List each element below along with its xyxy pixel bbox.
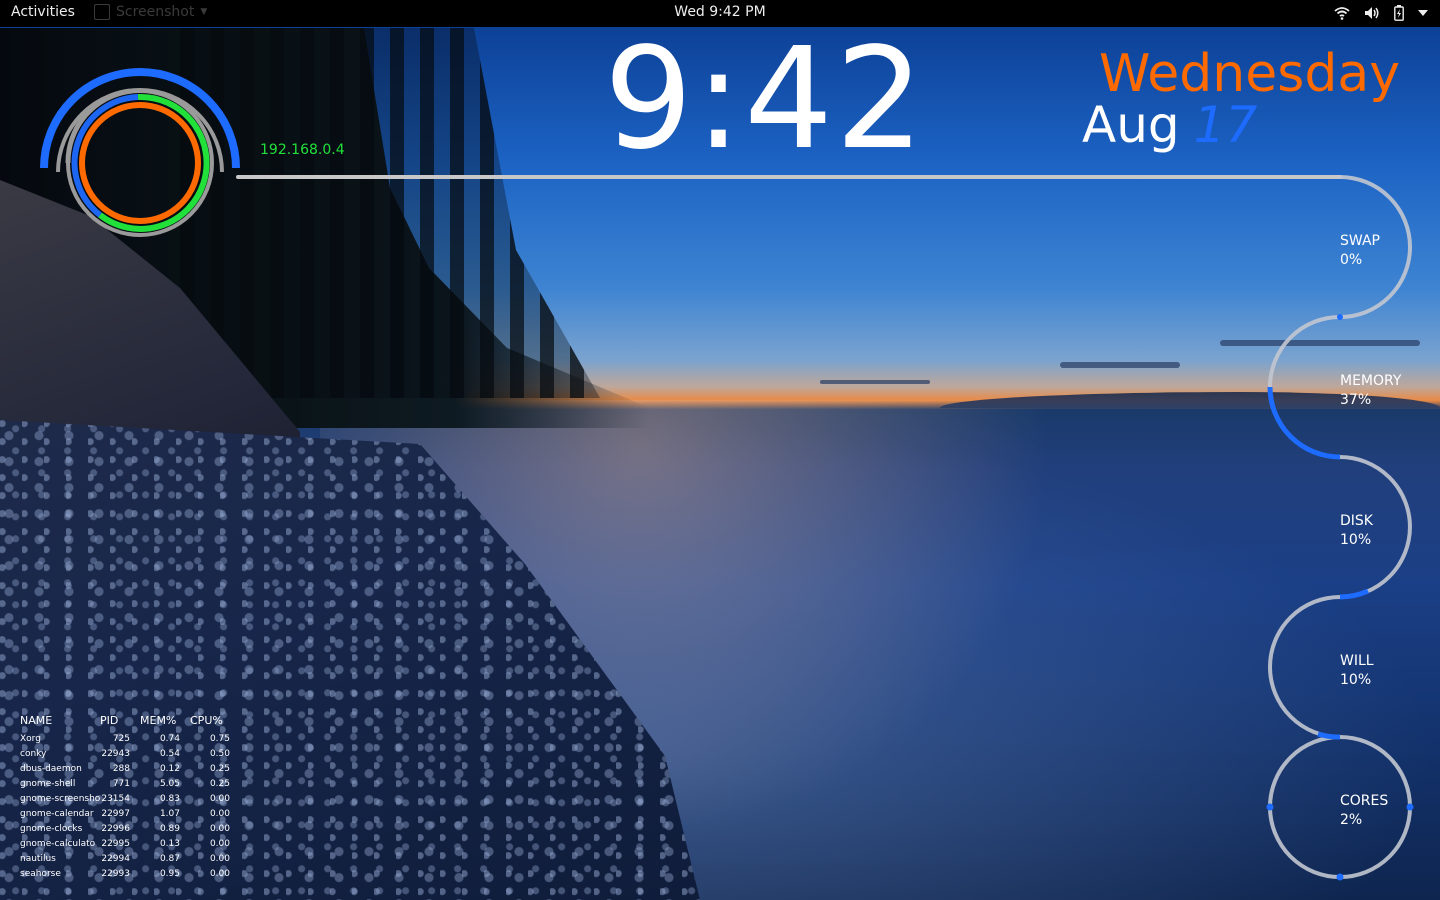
- proc-mem: 0.89: [159, 824, 180, 834]
- meter-label: DISK: [1340, 513, 1373, 529]
- col-name: NAME: [20, 714, 53, 727]
- will-meter-fill: [1317, 731, 1341, 740]
- ring-green: [98, 93, 210, 232]
- proc-mem: 0.83: [159, 794, 180, 804]
- proc-pid: 22997: [101, 809, 130, 819]
- proc-name: dbus-daemon: [20, 764, 82, 774]
- proc-name: gnome-screensho: [20, 794, 100, 804]
- proc-name: seahorse: [20, 869, 61, 879]
- proc-name: gnome-clocks: [20, 824, 83, 834]
- proc-mem: 0.12: [159, 764, 180, 774]
- proc-mem: 0.87: [159, 854, 180, 864]
- cores-meter-marker: [1406, 803, 1414, 811]
- process-row: conky 22943 0.54 0.50: [20, 747, 240, 762]
- proc-cpu: 0.00: [209, 809, 230, 819]
- proc-cpu: 0.75: [209, 734, 230, 744]
- proc-name: gnome-calculato: [20, 839, 96, 849]
- meter-value: 37%: [1340, 392, 1372, 408]
- proc-pid: 22996: [101, 824, 130, 834]
- process-row: gnome-shell 771 5.05 0.25: [20, 777, 240, 792]
- proc-mem: 0.95: [159, 869, 180, 879]
- proc-pid: 771: [112, 779, 130, 789]
- proc-name: conky: [20, 749, 47, 759]
- meter-value: 2%: [1340, 812, 1363, 828]
- process-row: gnome-calendar 22997 1.07 0.00: [20, 807, 240, 822]
- cores-meter-marker: [1336, 873, 1344, 881]
- ring-orange: [79, 102, 201, 224]
- proc-cpu: 0.25: [209, 779, 230, 789]
- conky-weekday: Wednesday: [1098, 44, 1400, 104]
- conky-date: Aug 17: [1082, 96, 1257, 154]
- proc-pid: 22993: [101, 869, 130, 879]
- proc-pid: 725: [112, 734, 130, 744]
- cores-meter: CORES 2%: [1340, 792, 1388, 830]
- conky-day: 17: [1193, 96, 1258, 154]
- process-table: NAME PID MEM% CPU% Xorg 725 0.74 0.75 conky…: [20, 714, 240, 882]
- ip-address: 192.168.0.4: [260, 142, 345, 158]
- proc-mem: 5.05: [159, 779, 180, 789]
- process-row: gnome-calculato 22995 0.13 0.00: [20, 837, 240, 852]
- meter-value: 10%: [1340, 672, 1372, 688]
- col-pid: PID: [100, 714, 119, 727]
- conky-month: Aug: [1082, 96, 1180, 154]
- process-table-header: NAME PID MEM% CPU%: [20, 714, 240, 727]
- conky-time: 9:42: [603, 18, 927, 181]
- proc-pid: 23154: [101, 794, 130, 804]
- meter-value: 0%: [1340, 252, 1363, 268]
- disk-meter-fill: [1339, 588, 1370, 600]
- process-row: seahorse 22993 0.95 0.00: [20, 867, 240, 882]
- proc-mem: 1.07: [159, 809, 180, 819]
- process-row: Xorg 725 0.74 0.75: [20, 732, 240, 747]
- proc-mem: 0.74: [159, 734, 180, 744]
- process-row: gnome-screensho 23154 0.83 0.00: [20, 792, 240, 807]
- process-row: nautilus 22994 0.87 0.00: [20, 852, 240, 867]
- proc-cpu: 0.00: [209, 824, 230, 834]
- proc-cpu: 0.00: [209, 869, 230, 879]
- will-meter: WILL 10%: [1340, 652, 1374, 690]
- proc-cpu: 0.00: [209, 839, 230, 849]
- proc-cpu: 0.00: [209, 854, 230, 864]
- disk-meter: DISK 10%: [1340, 512, 1373, 550]
- proc-name: gnome-shell: [20, 779, 76, 789]
- meter-value: 10%: [1340, 532, 1372, 548]
- memory-meter: MEMORY 37%: [1340, 372, 1401, 410]
- meter-label: WILL: [1340, 653, 1374, 669]
- proc-cpu: 0.50: [209, 749, 230, 759]
- proc-pid: 22943: [101, 749, 130, 759]
- proc-name: Xorg: [20, 734, 41, 744]
- swap-meter: SWAP 0%: [1340, 232, 1380, 270]
- cores-meter-marker: [1266, 803, 1274, 811]
- memory-meter-fill: [1267, 386, 1341, 460]
- meter-label: SWAP: [1340, 233, 1380, 249]
- swap-meter-marker: [1337, 314, 1343, 320]
- meter-label: MEMORY: [1340, 373, 1402, 389]
- proc-name: nautilus: [20, 854, 56, 864]
- proc-name: gnome-calendar: [20, 809, 94, 819]
- proc-pid: 22995: [101, 839, 130, 849]
- col-mem: MEM%: [140, 714, 177, 727]
- proc-pid: 22994: [101, 854, 130, 864]
- proc-pid: 288: [112, 764, 130, 774]
- ring-gauge-cluster: [40, 68, 240, 237]
- process-row: dbus-daemon 288 0.12 0.25: [20, 762, 240, 777]
- meter-label: CORES: [1340, 793, 1389, 809]
- proc-cpu: 0.00: [209, 794, 230, 804]
- proc-mem: 0.13: [159, 839, 180, 849]
- col-cpu: CPU%: [190, 714, 223, 727]
- process-row: gnome-clocks 22996 0.89 0.00: [20, 822, 240, 837]
- proc-cpu: 0.25: [209, 764, 230, 774]
- proc-mem: 0.54: [159, 749, 180, 759]
